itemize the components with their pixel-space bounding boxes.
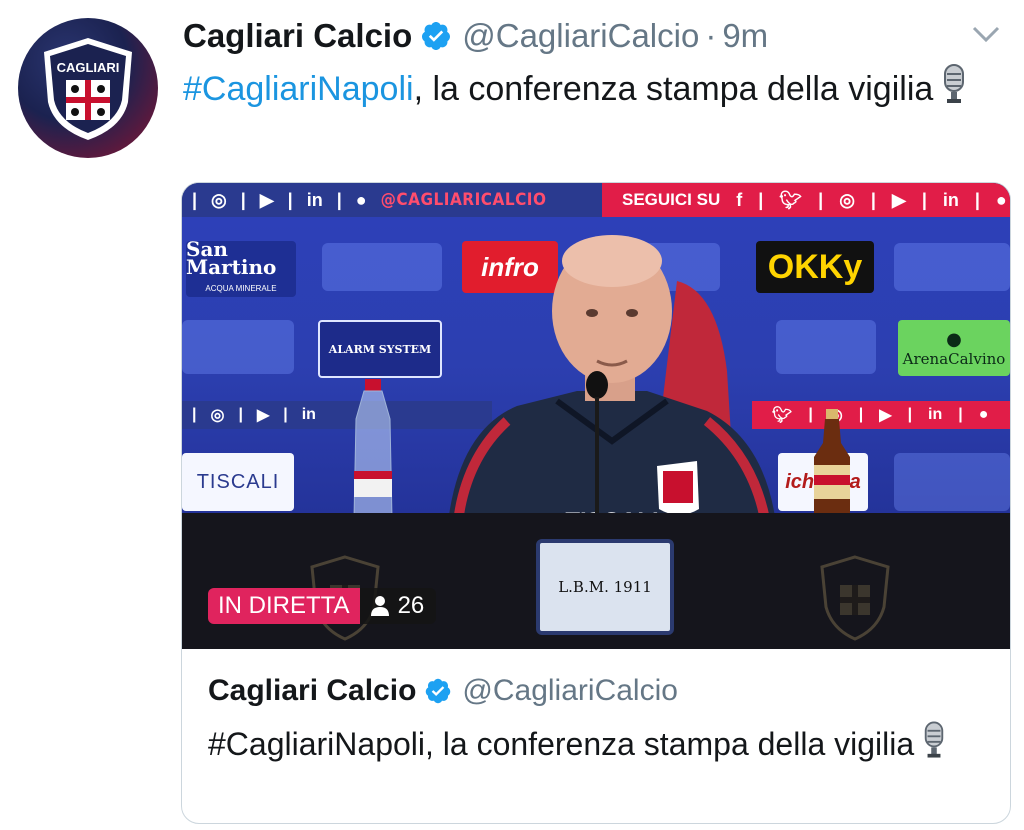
- card-hashtag: #CagliariNapoli: [208, 726, 425, 762]
- live-label: IN DIRETTA: [208, 588, 360, 624]
- tweet-text: #CagliariNapoli, la conferenza stampa de…: [183, 64, 1003, 115]
- beer-bottle: [814, 409, 850, 519]
- card-header: Cagliari Calcio @CagliariCalcio: [208, 671, 984, 711]
- display-name[interactable]: Cagliari Calcio: [183, 17, 412, 55]
- desk-crest-right-icon: [820, 555, 890, 641]
- card-verified-badge-icon: [424, 677, 452, 705]
- person-icon: [370, 596, 389, 616]
- sponsor-arena-calvino: ● ArenaCalvino: [898, 320, 1010, 376]
- live-broadcast-card[interactable]: | ◎ | ▶ | in | ● @CAGLIARICALCIO SEGUICI SU f | 🐦…: [181, 182, 1011, 824]
- verified-badge-icon: [420, 20, 452, 52]
- cagliari-crest-icon: CAGLIARI: [44, 38, 132, 140]
- backdrop-handle: @CAGLIARICALCIO: [380, 190, 547, 210]
- viewer-count: 26: [359, 588, 437, 624]
- card-display-name: Cagliari Calcio: [208, 674, 417, 707]
- microphone-emoji-icon: [941, 64, 967, 115]
- card-handle: @CagliariCalcio: [462, 674, 678, 707]
- card-text-body: , la conferenza stampa della vigilia: [425, 726, 915, 762]
- timestamp[interactable]: 9m: [722, 17, 768, 55]
- card-microphone-emoji-icon: [922, 721, 946, 771]
- video-preview[interactable]: | ◎ | ▶ | in | ● @CAGLIARICALCIO SEGUICI SU f | 🐦…: [182, 183, 1010, 649]
- tweet-header: Cagliari Calcio @CagliariCalcio · 9m: [183, 10, 1014, 62]
- separator-dot: ·: [705, 17, 717, 54]
- desk-plaque: L.B.M. 1911: [536, 539, 674, 635]
- profile-avatar[interactable]: CAGLIARI: [18, 18, 158, 158]
- water-bottle: [353, 379, 393, 519]
- chevron-down-icon[interactable]: [968, 16, 1004, 52]
- microphone-stand: [586, 371, 608, 521]
- live-badge: IN DIRETTA 26: [208, 588, 437, 624]
- avatar-text: CAGLIARI: [57, 60, 120, 75]
- hashtag-link[interactable]: #CagliariNapoli: [183, 70, 414, 108]
- card-text: #CagliariNapoli, la conferenza stampa de…: [208, 721, 948, 771]
- backdrop-top-strip: | ◎ | ▶ | in | ● @CAGLIARICALCIO SEGUICI SU f | 🐦…: [182, 183, 1010, 217]
- sponsor-tiscali: TISCALI: [182, 453, 294, 511]
- username-handle[interactable]: @CagliariCalcio: [462, 17, 699, 55]
- linkedin-text: in: [306, 189, 323, 210]
- sponsor-san-martino: San Martino ACQUA MINERALE: [186, 239, 296, 297]
- viewer-count-value: 26: [397, 592, 425, 619]
- tweet-text-body: , la conferenza stampa della vigilia: [413, 70, 934, 108]
- card-body[interactable]: Cagliari Calcio @CagliariCalcio #Cagliar…: [182, 649, 1010, 823]
- seguici-label: SEGUICI SU: [622, 190, 721, 209]
